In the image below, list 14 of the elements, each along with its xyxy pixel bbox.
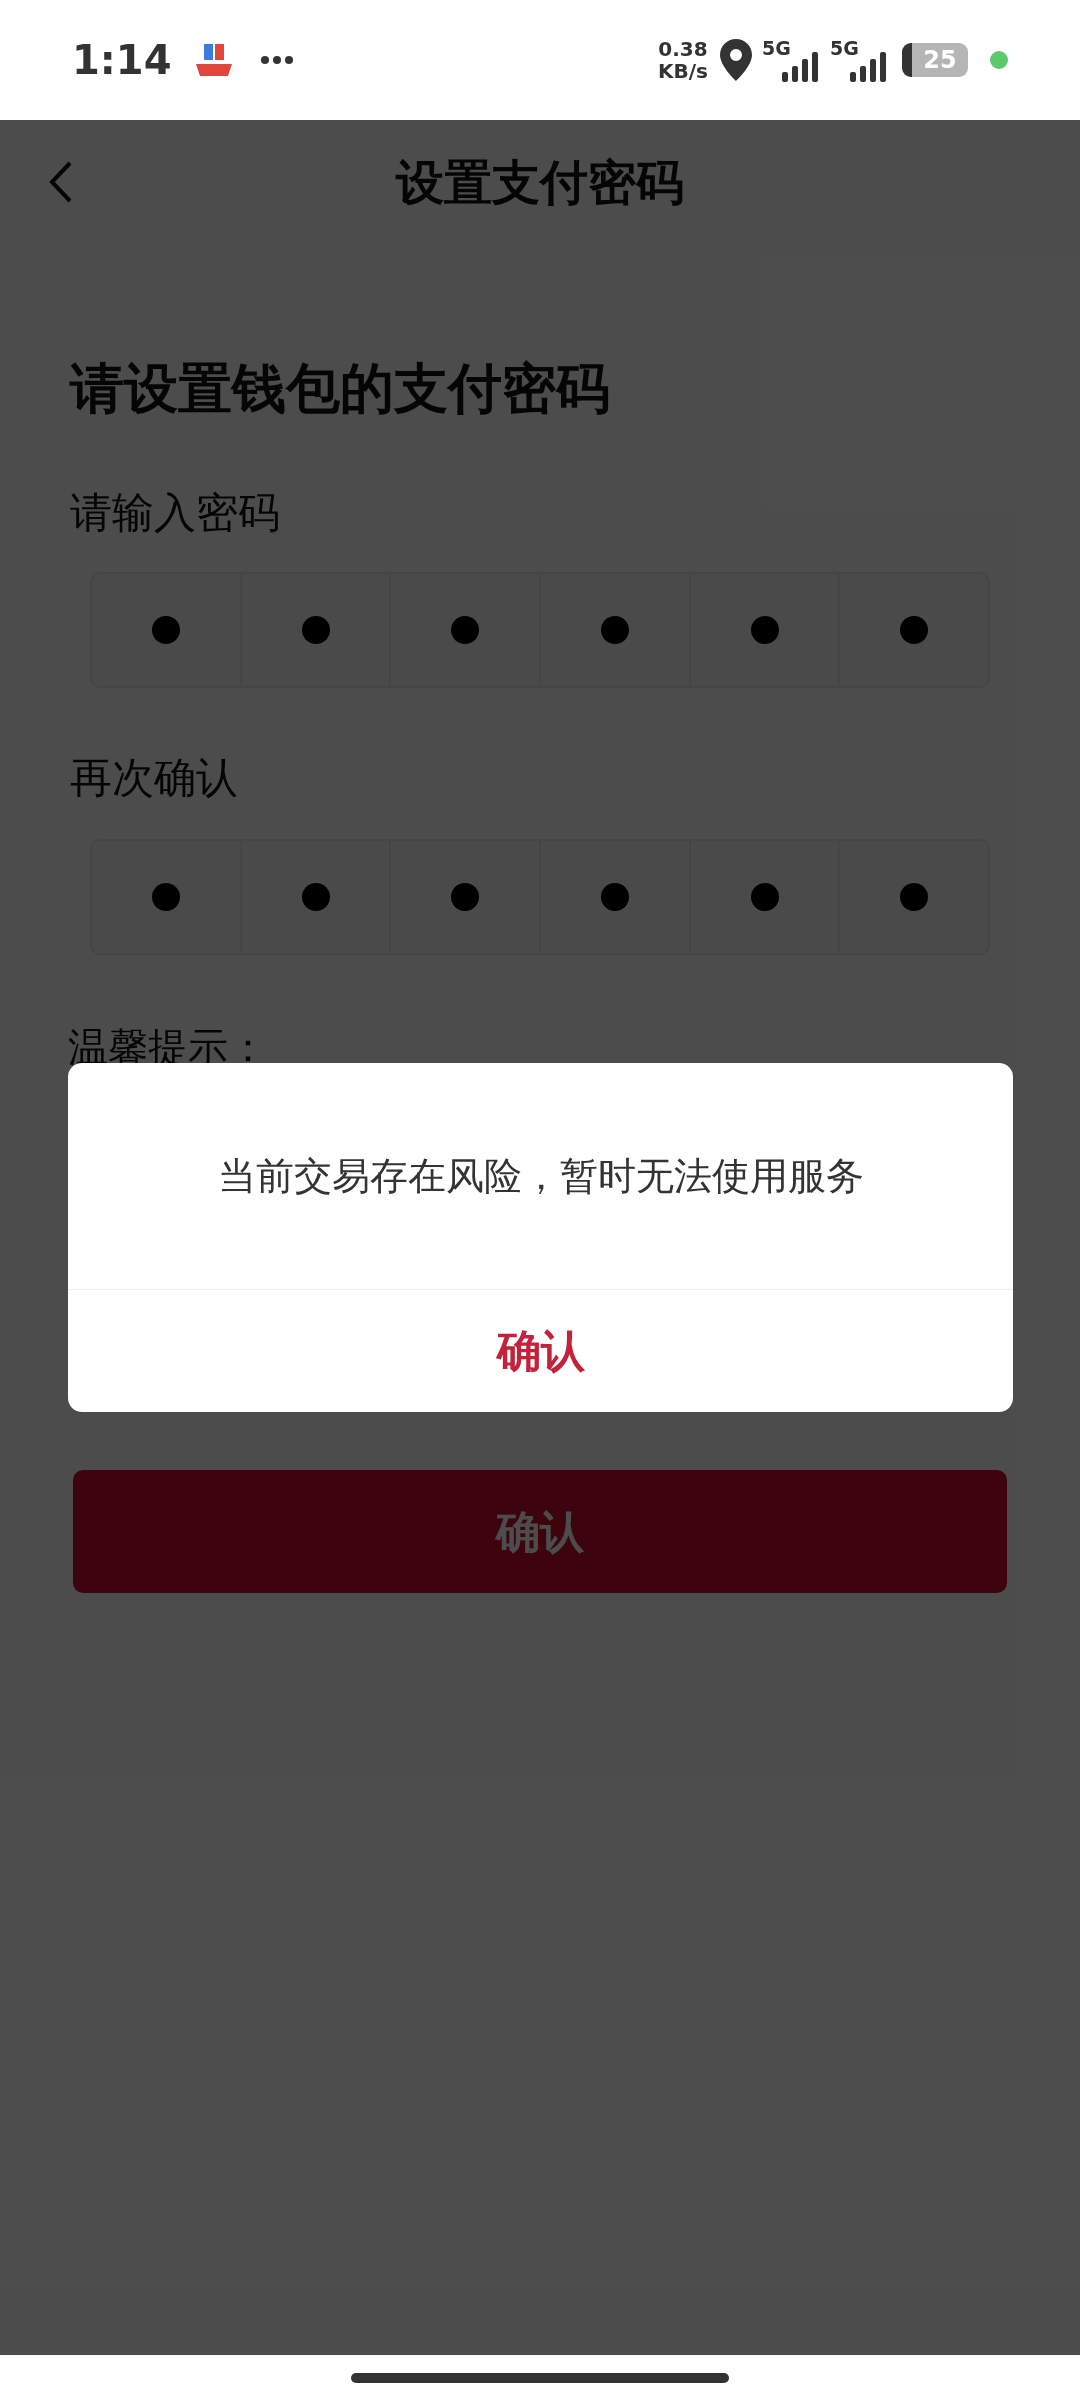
network-speed: 0.38	[658, 38, 708, 60]
network-type: 5G	[830, 36, 859, 61]
battery-icon: 25	[902, 43, 968, 77]
speed-unit: KB/s	[658, 60, 708, 82]
network-type: 5G	[762, 36, 791, 61]
dialog-message: 当前交易存在风险，暂时无法使用服务	[217, 1152, 864, 1200]
dialog-confirm-button[interactable]: 确认	[68, 1290, 1013, 1412]
clock: 1:14	[72, 36, 172, 85]
field-label: 请输入密码	[70, 487, 281, 539]
heading: 请设置钱包的支付密码	[70, 356, 611, 422]
field-label: 再次确认	[70, 752, 239, 804]
page-title: 设置支付密码	[396, 153, 684, 212]
location-icon	[720, 39, 752, 81]
more-icon	[259, 55, 294, 65]
